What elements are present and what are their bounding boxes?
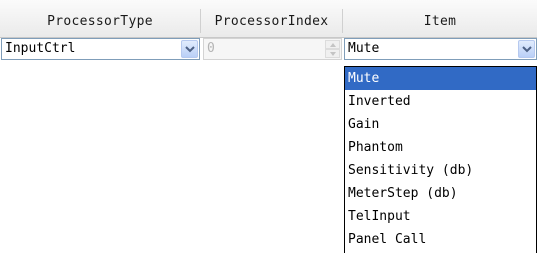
dropdown-option-mute[interactable]: Mute — [345, 67, 536, 90]
spin-up-button[interactable] — [325, 40, 340, 49]
arrow-up-icon — [330, 43, 336, 47]
processor-type-combobox[interactable]: InputCtrl — [1, 38, 200, 60]
column-header-processor-type[interactable]: ProcessorType — [0, 13, 200, 31]
spin-down-button[interactable] — [325, 49, 340, 58]
item-value: Mute — [348, 41, 380, 56]
dropdown-option-inverted[interactable]: Inverted — [345, 90, 536, 113]
item-combobox[interactable]: Mute — [344, 38, 537, 60]
dropdown-option-sensitivity[interactable]: Sensitivity (db) — [345, 159, 536, 182]
arrow-down-icon — [330, 52, 336, 56]
grid-header-row: ProcessorType ProcessorIndex Item — [0, 0, 537, 38]
column-header-item[interactable]: Item — [343, 13, 537, 31]
item-dropdown-button[interactable] — [518, 40, 535, 58]
dropdown-option-gain[interactable]: Gain — [345, 113, 536, 136]
processor-index-value: 0 — [207, 41, 215, 56]
chevron-down-icon — [185, 46, 195, 53]
item-dropdown-list[interactable]: Mute Inverted Gain Phantom Sensitivity (… — [344, 66, 537, 253]
processor-type-value: InputCtrl — [5, 41, 76, 56]
processor-index-spinbox[interactable]: 0 — [203, 38, 342, 60]
column-header-processor-index[interactable]: ProcessorIndex — [201, 13, 342, 31]
chevron-down-icon — [522, 46, 532, 53]
spin-buttons — [325, 40, 340, 58]
dropdown-option-telinput[interactable]: TelInput — [345, 205, 536, 228]
processor-type-dropdown-button[interactable] — [181, 40, 198, 58]
dropdown-option-panel-call[interactable]: Panel Call — [345, 228, 536, 251]
dropdown-option-meterstep[interactable]: MeterStep (db) — [345, 182, 536, 205]
dropdown-option-phantom[interactable]: Phantom — [345, 136, 536, 159]
